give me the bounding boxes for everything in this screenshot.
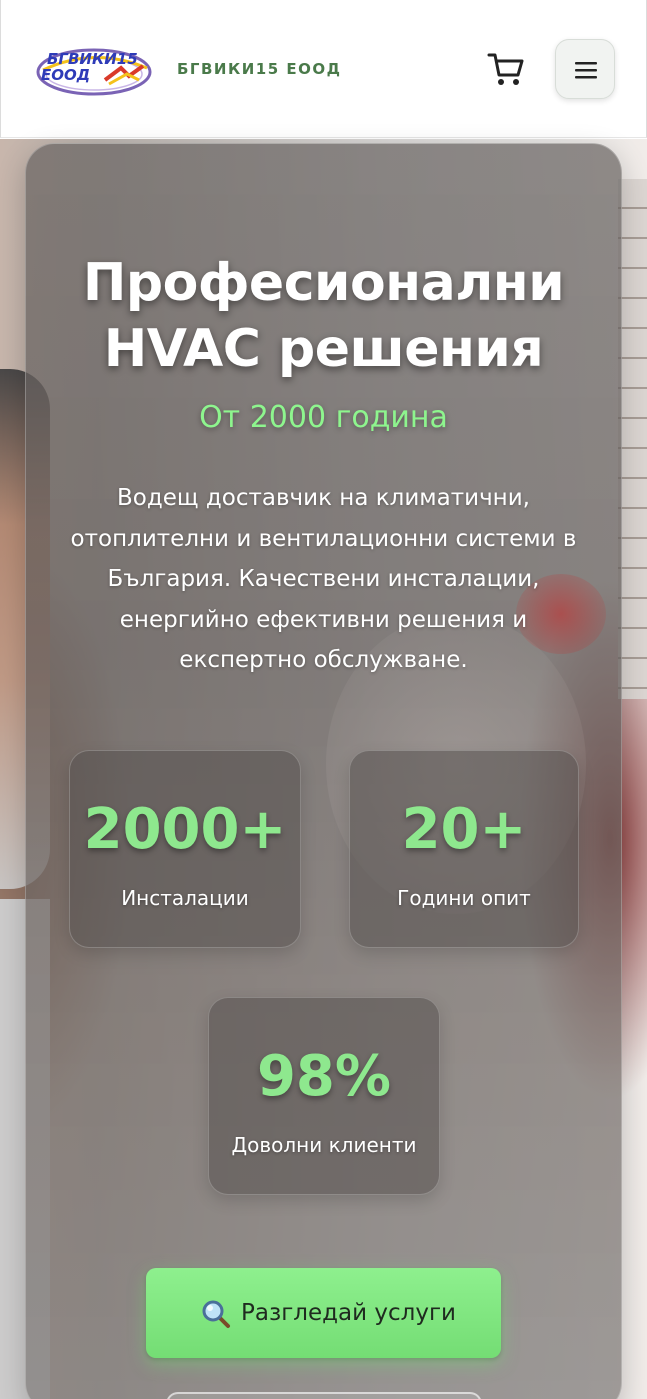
hamburger-icon	[575, 62, 597, 79]
hero-description: Водещ доставчик на климатични, отоплител…	[70, 485, 577, 673]
stat-card-installations: 2000+ Инсталации	[69, 750, 301, 948]
site-header: БГВИКИ15 ЕООД БГВИКИ15 ЕООД	[0, 0, 647, 138]
stat-value: 20+	[401, 797, 527, 862]
browse-services-label: Разгледай услуги	[241, 1300, 456, 1326]
stat-label: Доволни клиенти	[231, 1133, 417, 1157]
stat-value: 98%	[256, 1044, 392, 1109]
stat-value: 2000+	[83, 797, 287, 862]
background-radiator	[618, 179, 647, 699]
browse-services-button[interactable]: Разгледай услуги	[146, 1268, 501, 1358]
hero-subtitle: От 2000 година	[199, 400, 448, 435]
hero-title-line-1: Професионални	[82, 253, 565, 313]
stat-card-experience: 20+ Години опит	[349, 750, 579, 948]
menu-button[interactable]	[555, 39, 615, 99]
stat-label: Инсталации	[121, 886, 249, 910]
hero-title: Професионални HVAC решения	[25, 250, 622, 382]
logo-text-bottom: ЕООД	[41, 66, 90, 84]
brand-name[interactable]: БГВИКИ15 ЕООД	[177, 60, 342, 78]
stat-label: Години опит	[397, 886, 531, 910]
secondary-button-partial[interactable]	[166, 1392, 482, 1399]
stat-card-satisfaction: 98% Доволни клиенти	[208, 997, 440, 1195]
magnifier-icon	[202, 1300, 230, 1328]
cart-icon[interactable]	[485, 49, 525, 89]
company-logo[interactable]: БГВИКИ15 ЕООД	[35, 40, 153, 98]
hero-title-line-2: HVAC решения	[103, 319, 544, 379]
